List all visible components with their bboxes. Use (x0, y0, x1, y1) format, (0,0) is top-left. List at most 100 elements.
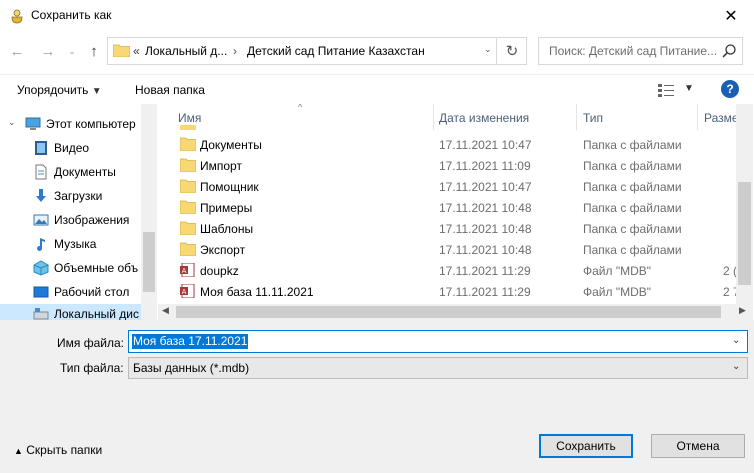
arrow-right-icon: → (40, 42, 56, 60)
column-divider[interactable] (576, 104, 577, 130)
row-type: Файл "MDB" (583, 264, 652, 278)
column-header-date[interactable]: Дата изменения (439, 111, 529, 125)
save-button[interactable]: Сохранить (539, 434, 633, 458)
table-row[interactable]: Шаблоны 17.11.2021 10:48 Папка с файлами (158, 218, 740, 239)
view-options-button[interactable]: ▼ (657, 81, 697, 99)
table-row[interactable]: Помощник 17.11.2021 10:47 Папка с файлам… (158, 176, 740, 197)
nav-item-downloads[interactable]: Загрузки (0, 184, 157, 208)
breadcrumb-local-disk[interactable]: Локальный д... (145, 44, 227, 58)
list-vertical-scrollbar-thumb[interactable] (738, 182, 751, 285)
folder-icon (113, 44, 130, 57)
nav-item-label: Музыка (54, 237, 97, 251)
column-divider[interactable] (697, 104, 698, 130)
nav-item-label: Загрузки (54, 189, 103, 203)
row-type: Файл "MDB" (583, 285, 652, 299)
nav-item-label: Этот компьютер (46, 117, 136, 131)
row-name: Экспорт (200, 243, 246, 257)
nav-item-pictures[interactable]: Изображения (0, 208, 157, 232)
search-input[interactable]: Поиск: Детский сад Питание... (549, 44, 719, 58)
refresh-icon: ↻ (505, 43, 519, 60)
folder-icon (180, 125, 196, 130)
pictures-icon (33, 214, 49, 226)
filetype-value: Базы данных (*.mdb) (133, 361, 250, 375)
address-bar[interactable]: « Локальный д... › Детский сад Питание К… (107, 37, 527, 65)
dropdown-arrow-icon: ▼ (684, 83, 694, 94)
row-name: Шаблоны (200, 222, 254, 236)
organize-button[interactable]: Упорядочить ▼ (17, 83, 102, 97)
breadcrumb-overflow[interactable]: « (133, 44, 140, 58)
back-button[interactable]: ← (7, 40, 27, 62)
organize-label: Упорядочить (17, 83, 89, 97)
desktop-icon (33, 286, 49, 298)
column-header-size[interactable]: Разме (704, 111, 739, 125)
row-date: 17.11.2021 10:47 (439, 180, 532, 194)
table-row[interactable]: Примеры 17.11.2021 10:48 Папка с файлами (158, 197, 740, 218)
folder-icon (180, 221, 196, 235)
filename-value[interactable]: Моя база 17.11.2021 (132, 334, 249, 349)
recent-locations-button[interactable]: ⌄ (62, 40, 82, 62)
sort-ascending-icon: ^ (298, 104, 303, 112)
close-button[interactable]: ✕ (708, 0, 754, 31)
nav-item-this-pc[interactable]: ⌄ Этот компьютер (0, 112, 157, 136)
nav-item-local-disk[interactable]: Локальный дис (0, 302, 157, 320)
folder-icon (180, 137, 196, 151)
row-name: Импорт (200, 159, 242, 173)
search-box[interactable]: Поиск: Детский сад Питание... (538, 37, 743, 65)
row-name: Примеры (200, 201, 253, 215)
column-header-type[interactable]: Тип (583, 111, 603, 125)
scroll-left-icon[interactable]: ◀ (162, 305, 169, 316)
new-folder-button[interactable]: Новая папка (135, 83, 205, 97)
nav-item-3d-objects[interactable]: Объемные объ (0, 256, 157, 280)
nav-item-music[interactable]: Музыка (0, 232, 157, 256)
row-type: Папка с файлами (583, 222, 682, 236)
expand-chevron-icon[interactable]: ⌄ (8, 117, 16, 128)
table-row[interactable]: Документы 17.11.2021 10:47 Папка с файла… (158, 134, 740, 155)
access-database-icon: A (180, 284, 195, 298)
arrow-up-icon: ↑ (90, 42, 98, 60)
column-header-name[interactable]: Имя (178, 111, 201, 125)
address-history-icon[interactable]: ⌄ (484, 44, 492, 55)
nav-item-label: Локальный дис (54, 307, 139, 320)
list-horizontal-scrollbar-thumb[interactable] (176, 306, 721, 318)
chevron-down-icon[interactable]: ⌄ (732, 335, 740, 346)
forward-button[interactable]: → (38, 40, 58, 62)
row-date: 17.11.2021 10:48 (439, 201, 532, 215)
computer-icon (25, 117, 41, 130)
filetype-select[interactable]: Базы данных (*.mdb) ⌄ (128, 357, 748, 379)
downloads-icon (36, 189, 46, 202)
chevron-down-icon: ⌄ (732, 361, 741, 372)
title-bar: Сохранить как ✕ (0, 0, 754, 31)
nav-item-documents[interactable]: Документы (0, 160, 157, 184)
local-disk-icon (33, 308, 49, 320)
refresh-button[interactable]: ↻ (496, 37, 527, 65)
column-divider[interactable] (433, 104, 434, 130)
table-row[interactable]: Импорт 17.11.2021 11:09 Папка с файлами (158, 155, 740, 176)
row-date: 17.11.2021 11:29 (439, 264, 531, 278)
row-size: 2 ( (723, 264, 738, 278)
folder-icon (180, 200, 196, 214)
music-icon (37, 238, 45, 251)
up-button[interactable]: ↑ (84, 40, 104, 62)
table-row[interactable]: Экспорт 17.11.2021 10:48 Папка с файлами (158, 239, 740, 260)
search-icon (722, 44, 736, 58)
help-button[interactable]: ? (721, 80, 739, 98)
window-title: Сохранить как (31, 8, 112, 22)
nav-item-label: Изображения (54, 213, 130, 227)
nav-item-desktop[interactable]: Рабочий стол (0, 280, 157, 304)
table-row[interactable]: A doupkz 17.11.2021 11:29 Файл "MDB" 2 ( (158, 260, 740, 281)
scroll-right-icon[interactable]: ▶ (739, 305, 746, 316)
hide-folders-toggle[interactable]: ▲ Скрыть папки (14, 443, 102, 457)
row-name: Моя база 11.11.2021 (200, 285, 314, 299)
svg-text:A: A (182, 288, 187, 296)
arrow-left-icon: ← (9, 42, 25, 60)
file-list: ^ Имя Дата изменения Тип Разме Документы… (158, 104, 754, 320)
nav-item-video[interactable]: Видео (0, 136, 157, 160)
nav-scrollbar-thumb[interactable] (143, 232, 155, 292)
folder-icon (180, 179, 196, 193)
filename-input[interactable]: Моя база 17.11.2021 ⌄ (128, 330, 748, 353)
cancel-button[interactable]: Отмена (651, 434, 745, 458)
breadcrumb-separator[interactable]: › (233, 44, 237, 58)
hide-folders-label: Скрыть папки (26, 443, 103, 457)
breadcrumb-current-folder[interactable]: Детский сад Питание Казахстан (247, 44, 425, 58)
table-row[interactable]: A Моя база 11.11.2021 17.11.2021 11:29 Ф… (158, 281, 740, 302)
